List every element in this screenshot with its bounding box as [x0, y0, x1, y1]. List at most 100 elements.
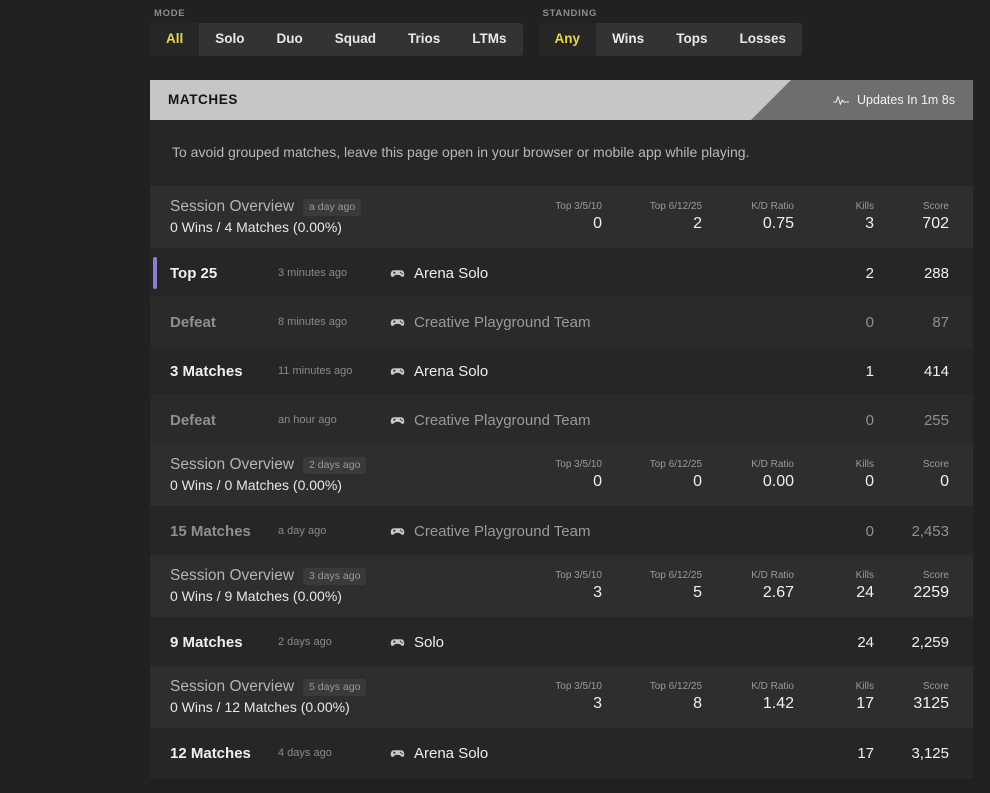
gamepad-icon — [390, 749, 405, 757]
tab-mode-solo[interactable]: Solo — [199, 23, 260, 56]
stat-score: Score 3125 — [874, 681, 949, 713]
match-row[interactable]: 3 Matches 11 minutes ago Arena Solo 1 414 — [150, 347, 973, 396]
match-kills: 24 — [857, 633, 874, 651]
match-mode: Creative Playground Team — [390, 412, 794, 429]
match-score: 87 — [932, 313, 949, 331]
match-result: 12 Matches — [170, 744, 251, 762]
stat-label: Top 6/12/25 — [649, 569, 702, 581]
match-kills: 17 — [857, 744, 874, 762]
stat-label: Kills — [855, 680, 874, 692]
match-mode-name: Creative Playground Team — [414, 411, 591, 429]
match-mode: Creative Playground Team — [390, 314, 794, 331]
match-row[interactable]: Defeat an hour ago Creative Playground Tea… — [150, 396, 973, 445]
match-score: 3,125 — [911, 744, 949, 762]
stat-label: Kills — [855, 569, 874, 581]
filter-group-standing: STANDING Any Wins Tops Losses — [538, 0, 802, 56]
stat-top-6-12-25: Top 6/12/25 0 — [602, 459, 702, 491]
session-block: Session Overview 2 days ago 0 Wins / 0 Mat… — [150, 445, 973, 556]
stat-value: 3 — [593, 583, 602, 601]
stat-value: 0 — [865, 472, 874, 490]
stat-value: 0 — [940, 472, 949, 490]
stat-value: 5 — [693, 583, 702, 601]
tab-standing-wins[interactable]: Wins — [596, 23, 660, 56]
tab-standing-tops[interactable]: Tops — [660, 23, 723, 56]
stat-score: Score 0 — [874, 459, 949, 491]
match-time: 4 days ago — [278, 747, 332, 759]
session-time-badge: 5 days ago — [303, 678, 367, 696]
tab-mode-all[interactable]: All — [150, 23, 200, 56]
stat-top-3-5-10: Top 3/5/10 0 — [510, 459, 602, 491]
tab-mode-duo[interactable]: Duo — [261, 23, 319, 56]
session-summary: Session Overview 3 days ago 0 Wins / 9 Mat… — [170, 567, 367, 604]
session-title-line: Session Overview a day ago — [170, 198, 362, 216]
stat-top-3-5-10: Top 3/5/10 3 — [510, 570, 602, 602]
tab-mode-trios[interactable]: Trios — [392, 23, 456, 56]
stat-top-6-12-25: Top 6/12/25 5 — [602, 570, 702, 602]
session-overview-row[interactable]: Session Overview a day ago 0 Wins / 4 Matc… — [150, 187, 973, 249]
filter-tabs-standing: Any Wins Tops Losses — [538, 23, 802, 56]
session-title-line: Session Overview 3 days ago — [170, 567, 367, 585]
match-accent-bar — [153, 257, 157, 289]
match-row[interactable]: 15 Matches a day ago Creative Playground T… — [150, 507, 973, 556]
stat-value: 3125 — [913, 694, 949, 712]
stat-value: 0 — [593, 214, 602, 232]
stat-top-6-12-25: Top 6/12/25 8 — [602, 681, 702, 713]
filter-label-standing: STANDING — [542, 8, 598, 19]
pulse-icon — [833, 95, 849, 105]
session-time-badge: a day ago — [303, 198, 362, 216]
match-result: Top 25 — [170, 264, 218, 282]
match-kills: 0 — [865, 411, 874, 429]
stat-kills: Kills 3 — [794, 201, 874, 233]
match-row[interactable]: Top 25 3 minutes ago Arena Solo 2 288 — [150, 249, 973, 298]
stat-value: 0 — [693, 472, 702, 490]
stat-value: 0 — [593, 472, 602, 490]
match-mode-name: Solo — [414, 633, 445, 651]
session-block: Session Overview 5 days ago 0 Wins / 12 Ma… — [150, 667, 973, 778]
panel-header: MATCHES Updates In 1m 8s — [150, 80, 973, 120]
filter-bar: MODE All Solo Duo Squad Trios LTMs STANDING Any W… — [150, 0, 802, 56]
session-overview-row[interactable]: Session Overview 3 days ago 0 Wins / 9 Mat… — [150, 556, 973, 618]
tab-standing-any[interactable]: Any — [538, 23, 597, 56]
filter-tabs-mode: All Solo Duo Squad Trios LTMs — [150, 23, 523, 56]
stat-value: 8 — [693, 694, 702, 712]
sessions-list: Session Overview a day ago 0 Wins / 4 Matc… — [150, 187, 973, 778]
match-mode-name: Arena Solo — [414, 744, 489, 762]
session-stats: Top 3/5/10 0 Top 6/12/25 0 K/D Ratio 0.00 Kill… — [510, 459, 949, 491]
match-time: 8 minutes ago — [278, 316, 348, 328]
session-stats: Top 3/5/10 3 Top 6/12/25 5 K/D Ratio 2.67 Kill… — [510, 570, 949, 602]
stat-value: 2.67 — [762, 583, 794, 601]
stat-kills: Kills 0 — [794, 459, 874, 491]
match-mode: Arena Solo — [390, 265, 794, 282]
match-row[interactable]: Defeat 8 minutes ago Creative Playground T… — [150, 298, 973, 347]
stat-top-3-5-10: Top 3/5/10 3 — [510, 681, 602, 713]
match-row[interactable]: 9 Matches 2 days ago Solo 24 2,259 — [150, 618, 973, 667]
stat-label: Top 3/5/10 — [555, 569, 602, 581]
match-result: 15 Matches — [170, 522, 251, 540]
tab-mode-squad[interactable]: Squad — [319, 23, 392, 56]
stat-top-3-5-10: Top 3/5/10 0 — [510, 201, 602, 233]
stat-label: Score — [922, 680, 949, 692]
match-score: 2,453 — [911, 522, 949, 540]
stat-value: 2259 — [913, 583, 949, 601]
match-row[interactable]: 12 Matches 4 days ago Arena Solo 17 3,125 — [150, 729, 973, 778]
update-timer-label: Updates In 1m 8s — [857, 93, 955, 107]
tab-standing-losses[interactable]: Losses — [723, 23, 802, 56]
session-stats: Top 3/5/10 0 Top 6/12/25 2 K/D Ratio 0.75 Kill… — [510, 201, 949, 233]
match-mode: Solo — [390, 634, 794, 651]
session-overview-row[interactable]: Session Overview 5 days ago 0 Wins / 12 Ma… — [150, 667, 973, 729]
gamepad-icon — [390, 367, 405, 375]
stat-label: Top 6/12/25 — [649, 458, 702, 470]
gamepad-icon — [390, 269, 405, 277]
match-time: an hour ago — [278, 414, 337, 426]
match-mode: Arena Solo — [390, 363, 794, 380]
session-stats: Top 3/5/10 3 Top 6/12/25 8 K/D Ratio 1.42 Kill… — [510, 681, 949, 713]
match-mode: Creative Playground Team — [390, 523, 794, 540]
stat-value: 1.42 — [762, 694, 794, 712]
grouped-matches-notice: To avoid grouped matches, leave this pag… — [150, 120, 973, 187]
stat-kills: Kills 17 — [794, 681, 874, 713]
stat-top-6-12-25: Top 6/12/25 2 — [602, 201, 702, 233]
session-overview-row[interactable]: Session Overview 2 days ago 0 Wins / 0 Mat… — [150, 445, 973, 507]
session-block: Session Overview a day ago 0 Wins / 4 Matc… — [150, 187, 973, 445]
tab-mode-ltms[interactable]: LTMs — [456, 23, 522, 56]
match-kills: 2 — [865, 264, 874, 282]
